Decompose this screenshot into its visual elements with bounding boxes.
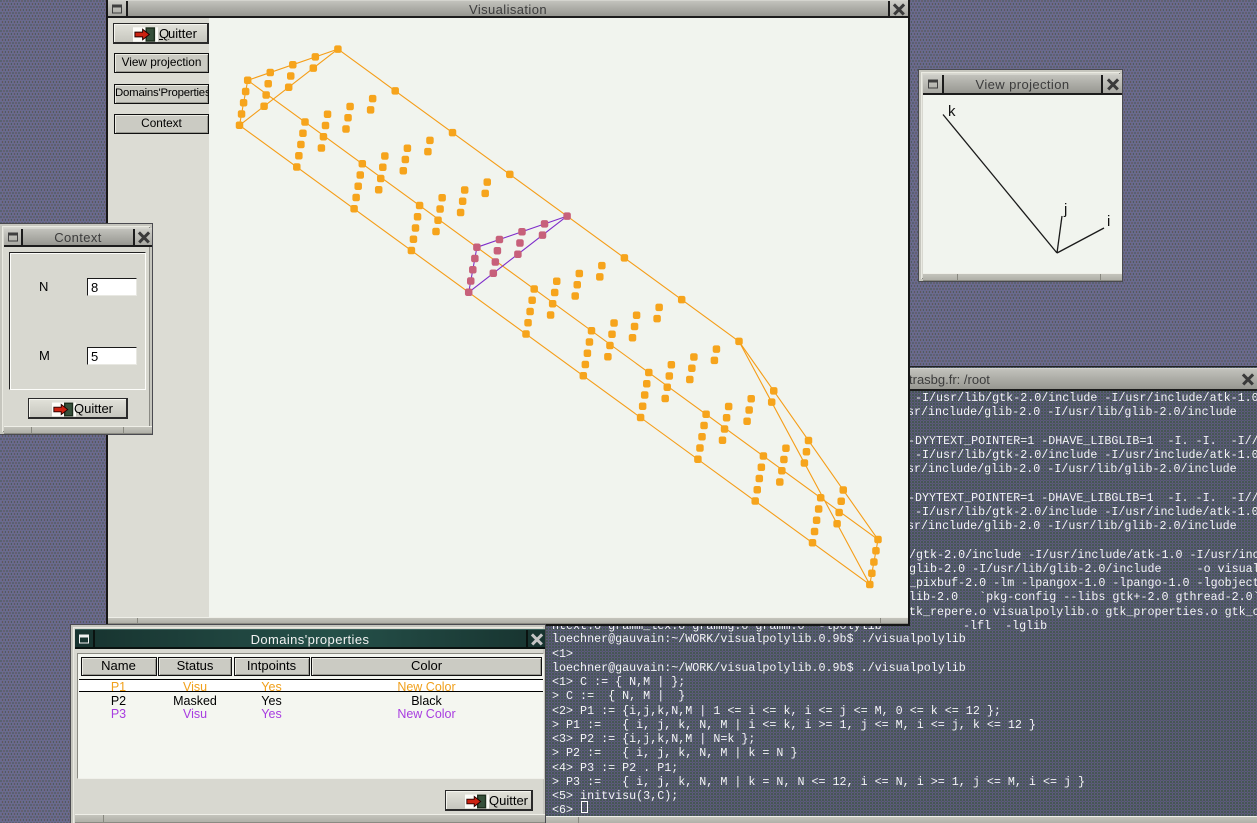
svg-text:i: i	[1107, 213, 1110, 230]
svg-text:j: j	[1063, 201, 1067, 218]
svg-text:k: k	[948, 103, 956, 120]
